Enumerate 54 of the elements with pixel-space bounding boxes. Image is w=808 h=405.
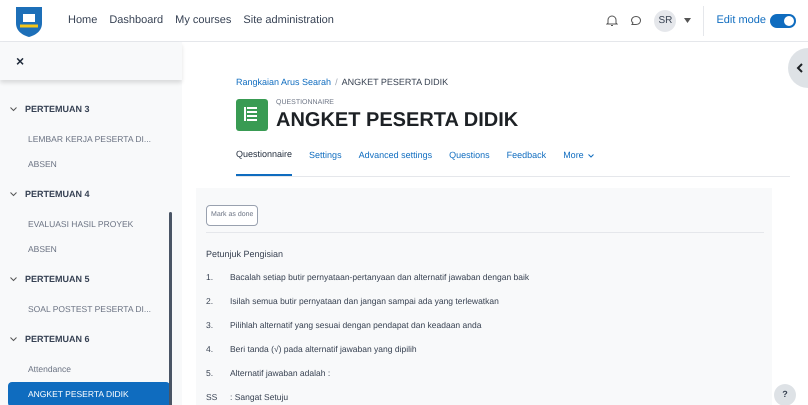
section-heading[interactable]: PERTEMUAN 3 [25,102,90,116]
nav-link[interactable]: Dashboard [107,12,166,29]
chevron-left-icon[interactable] [786,48,808,88]
section-heading[interactable]: PERTEMUAN 4 [25,188,90,202]
instruction-text: Alternatif jawaban adalah : [230,368,330,378]
chat-bubble-icon[interactable] [630,14,642,26]
nav-link[interactable]: Home [66,12,100,29]
section-heading[interactable]: PERTEMUAN 5 [25,272,90,286]
help-button[interactable]: ? [774,384,796,405]
sidebar-item[interactable]: ABSEN [8,152,170,177]
tab[interactable]: More [563,148,594,176]
list-number: 4. [206,344,214,354]
sidebar-item[interactable]: SOAL POSTEST PESERTA DI... [8,297,170,322]
breadcrumb-current: ANGKET PESERTA DIDIK [342,76,448,89]
instruction-text: : Sangat Setuju [230,392,288,402]
list-number: SS [206,392,218,402]
edit-mode-label: Edit mode [716,13,766,28]
instruction-text: Isilah semua butir pernyataan dan jangan sampai ada yang terlewatkan [230,296,499,306]
chevron-down-icon[interactable] [10,107,17,112]
nav-link[interactable]: Site administration [241,12,336,29]
instruction-text: Beri tanda (√) pada alternatif jawaban yang dipilih [230,344,417,354]
breadcrumb-separator: / [335,76,338,89]
caret-icon [588,154,594,158]
bell-icon[interactable] [606,14,618,27]
instructions-heading: Petunjuk Pengisian [206,248,284,260]
sidebar-item[interactable]: ABSEN [8,237,170,262]
nav-link[interactable]: My courses [173,12,234,29]
page-title: ANGKET PESERTA DIDIK [276,108,518,132]
list-number: 1. [206,272,214,282]
sidebar-item[interactable]: Attendance [8,357,170,382]
chevron-down-icon[interactable] [10,337,17,342]
instruction-text: Pilihlah alternatif yang sesuai dengan pendapat dan keadaan anda [230,320,482,330]
tab[interactable]: Questions [449,148,490,176]
tab[interactable]: Advanced settings [358,148,432,176]
tab[interactable]: Questionnaire [236,148,292,176]
list-number: 2. [206,296,214,306]
scrollbar[interactable] [169,212,172,405]
questionnaire-icon [236,98,268,131]
sidebar-item[interactable]: LEMBAR KERJA PESERTA DI... [8,127,170,152]
tab[interactable]: Settings [309,148,342,176]
user-avatar[interactable]: SR [654,10,676,32]
chevron-down-icon[interactable] [10,192,17,197]
section-heading[interactable]: PERTEMUAN 6 [25,332,90,346]
caret-icon[interactable] [684,18,692,23]
tab[interactable]: Feedback [506,148,546,176]
edit-mode-toggle[interactable] [770,14,796,28]
sidebar-item[interactable]: EVALUASI HASIL PROYEK [8,212,170,237]
instruction-text: Bacalah setiap butir pernyataan-pertanyaan dan alternatif jawaban dengan baik [230,272,530,282]
list-number: 5. [206,368,214,378]
chevron-down-icon[interactable] [10,277,17,282]
close-button[interactable]: × [16,50,24,72]
breadcrumb-link[interactable]: Rangkaian Arus Searah [236,76,332,90]
list-number: 3. [206,320,214,330]
sidebar-item[interactable]: ANGKET PESERTA DIDIK [8,382,170,405]
